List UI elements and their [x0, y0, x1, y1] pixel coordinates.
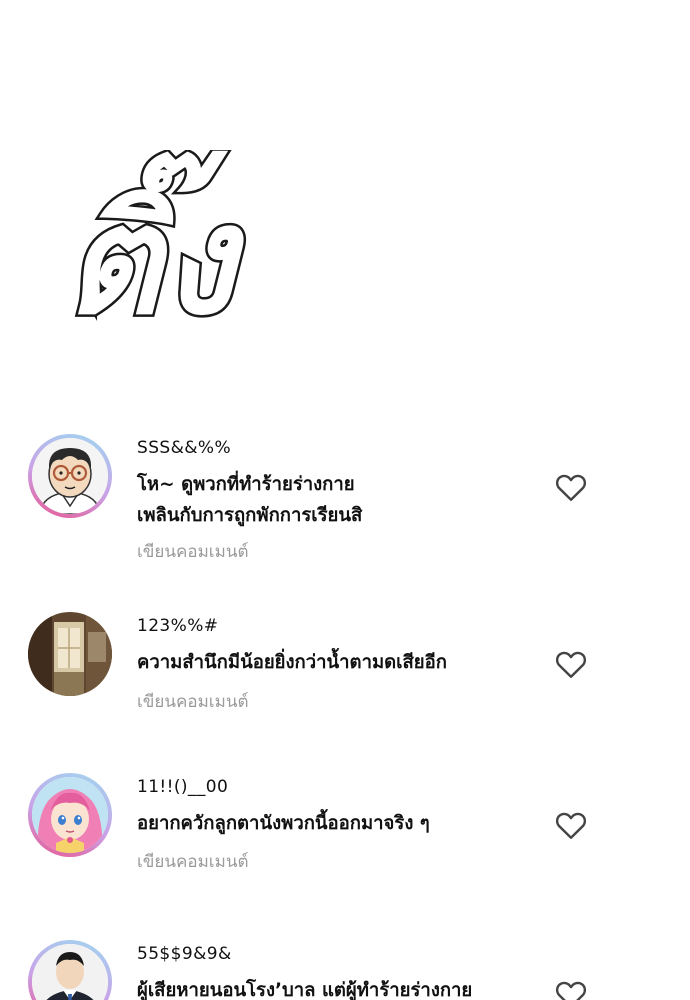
sound-effect-headline: ติ๊ง	[62, 150, 262, 340]
avatar-hallway-photo[interactable]	[28, 612, 112, 696]
comment-text-line: ผู้เสียหายนอนโรง’บาล แต่ผู้ทำร้ายร่างกาย	[137, 980, 473, 1000]
comment-item: 123%%# ความสำนึกมีน้อยยิ่งกว่าน้ำตามดเสี…	[0, 612, 690, 742]
heart-outline-icon	[555, 981, 587, 1000]
write-comment-link[interactable]: เขียนคอมเมนต์	[137, 688, 248, 715]
comment-text: ความสำนึกมีน้อยยิ่งกว่าน้ำตามดเสียอีก	[137, 647, 527, 678]
comment-item: SSS&&%% โห~ ดูพวกที่ทำร้ายร่างกาย เพลินก…	[0, 434, 690, 564]
heart-outline-icon	[555, 651, 587, 678]
comment-item: 55$$9&9& ผู้เสียหายนอนโรง’บาล แต่ผู้ทำร้…	[0, 940, 690, 1000]
heart-outline-icon	[555, 474, 587, 501]
write-comment-link[interactable]: เขียนคอมเมนต์	[137, 538, 248, 565]
comment-text: ผู้เสียหายนอนโรง’บาล แต่ผู้ทำร้ายร่างกาย	[137, 975, 527, 1000]
avatar-man-glasses[interactable]	[28, 434, 112, 518]
heart-outline-icon	[555, 812, 587, 839]
comment-text-line: เพลินกับการถูกพักการเรียนสิ	[137, 505, 363, 526]
comment-username: SSS&&%%	[137, 438, 231, 458]
comment-username: 55$$9&9&	[137, 944, 232, 964]
comment-item: 11!!()__00 อยากควักลูกตานังพวกนี้ออกมาจร…	[0, 773, 690, 903]
like-button[interactable]	[553, 976, 589, 1000]
comment-text: โห~ ดูพวกที่ทำร้ายร่างกาย เพลินกับการถูก…	[137, 469, 527, 531]
headline-text: ติ๊ง	[64, 150, 245, 340]
comment-username: 123%%#	[137, 616, 219, 636]
like-button[interactable]	[553, 469, 589, 505]
comment-username: 11!!()__00	[137, 777, 229, 797]
comment-text-line: โห~ ดูพวกที่ทำร้ายร่างกาย	[137, 474, 355, 495]
like-button[interactable]	[553, 807, 589, 843]
avatar-pink-hair-girl[interactable]	[28, 773, 112, 857]
like-button[interactable]	[553, 646, 589, 682]
comment-text: อยากควักลูกตานังพวกนี้ออกมาจริง ๆ	[137, 808, 527, 839]
comment-text-line: อยากควักลูกตานังพวกนี้ออกมาจริง ๆ	[137, 813, 430, 834]
write-comment-link[interactable]: เขียนคอมเมนต์	[137, 848, 248, 875]
comment-text-line: ความสำนึกมีน้อยยิ่งกว่าน้ำตามดเสียอีก	[137, 652, 447, 673]
avatar-man-suit[interactable]	[28, 940, 112, 1000]
